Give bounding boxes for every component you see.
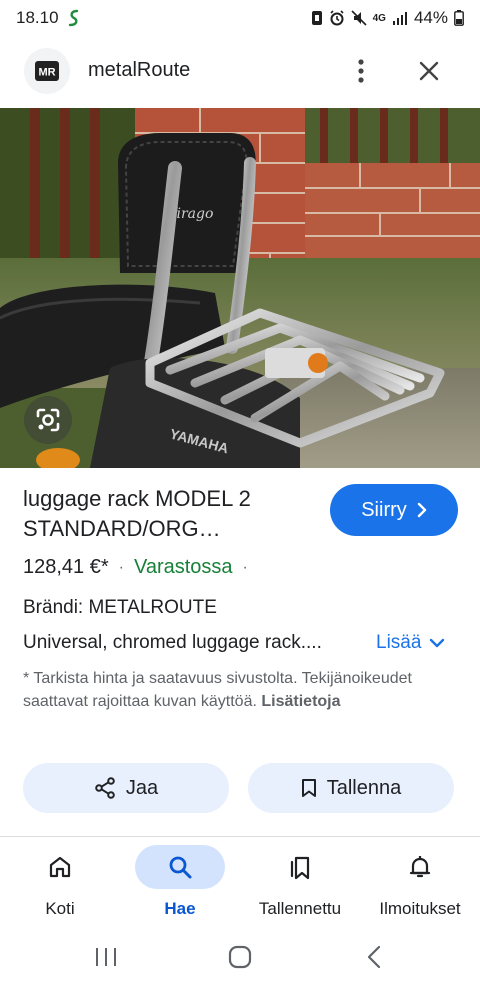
source-header: MR metalRoute (0, 40, 480, 104)
more-vert-icon (358, 59, 364, 83)
system-navigation-bar (0, 927, 480, 987)
product-title: luggage rack MODEL 2 STANDARD/ORG… (23, 486, 251, 541)
save-label: Tallenna (326, 776, 402, 799)
nfc-icon (311, 10, 323, 26)
status-bar: 18.10 4G 44% (0, 0, 480, 36)
recent-apps-icon (96, 948, 116, 966)
nav-label-saved: Tallennettu (258, 899, 342, 918)
product-image[interactable]: Virago YAMAHA (0, 108, 480, 468)
disclaimer-text: * Tarkista hinta ja saatavuus sivustolta… (23, 670, 412, 710)
signal-icon (392, 11, 408, 25)
nav-label-home: Koti (45, 899, 75, 918)
close-icon (419, 61, 439, 81)
more-info-link[interactable]: Lisätietoja (261, 693, 340, 710)
share-icon (95, 777, 115, 799)
metalroute-logo-icon: MR (35, 61, 59, 81)
site-name[interactable]: metalRoute (88, 59, 190, 82)
save-button[interactable]: Tallenna (248, 763, 454, 813)
luggage-rack-photo: Virago YAMAHA (0, 108, 480, 468)
separator-dot: · (242, 558, 248, 576)
bottom-navigation: Koti Hae Tallennettu Ilmoitukset (0, 837, 480, 927)
nav-item-notifications[interactable]: Ilmoitukset (360, 845, 480, 925)
nav-item-home[interactable]: Koti (0, 845, 120, 925)
visit-site-label: Siirry (361, 498, 407, 521)
back-icon (367, 945, 381, 969)
bell-icon (375, 845, 465, 889)
alarm-icon (329, 10, 345, 26)
lens-icon (36, 408, 60, 432)
recent-apps-button[interactable] (86, 939, 126, 975)
app-notification-icon (67, 9, 81, 27)
nav-item-search[interactable]: Hae (120, 845, 240, 925)
nav-label-notifications: Ilmoitukset (379, 899, 461, 918)
separator-dot: · (118, 558, 124, 576)
chevron-down-icon (430, 638, 445, 648)
status-left: 18.10 (16, 8, 81, 28)
site-logo[interactable]: MR (24, 48, 70, 94)
home-icon (15, 845, 105, 889)
mute-icon (351, 10, 367, 26)
logo-text: MR (38, 67, 55, 79)
chevron-right-icon (417, 502, 426, 518)
search-icon (135, 845, 225, 889)
product-description: Universal, chromed luggage rack.... (23, 632, 322, 653)
battery-icon (454, 10, 464, 26)
status-time: 18.10 (16, 8, 59, 27)
stock-status: Varastossa (133, 556, 233, 578)
close-button[interactable] (412, 54, 446, 88)
visit-site-button[interactable]: Siirry (330, 484, 458, 536)
saved-icon (255, 845, 345, 889)
brand: Brändi: METALROUTE (23, 597, 217, 618)
home-button[interactable] (220, 939, 260, 975)
network-type-label: 4G (372, 12, 386, 24)
nav-label-search: Hae (164, 899, 196, 918)
home-circle-icon (228, 945, 252, 969)
more-button[interactable]: Lisää (376, 632, 445, 654)
status-right: 4G 44% (311, 8, 464, 28)
more-options-button[interactable] (346, 54, 376, 88)
nav-item-saved[interactable]: Tallennettu (240, 845, 360, 925)
price-row: 128,41 €* · Varastossa · (23, 556, 248, 579)
share-label: Jaa (125, 776, 159, 799)
back-button[interactable] (354, 939, 394, 975)
disclaimer: * Tarkista hinta ja saatavuus sivustolta… (23, 667, 463, 713)
price: 128,41 €* (23, 556, 109, 578)
bookmark-icon (301, 779, 316, 797)
share-button[interactable]: Jaa (23, 763, 229, 813)
google-lens-button[interactable] (24, 396, 72, 444)
battery-percent: 44% (413, 8, 448, 27)
more-label: Lisää (376, 632, 422, 653)
